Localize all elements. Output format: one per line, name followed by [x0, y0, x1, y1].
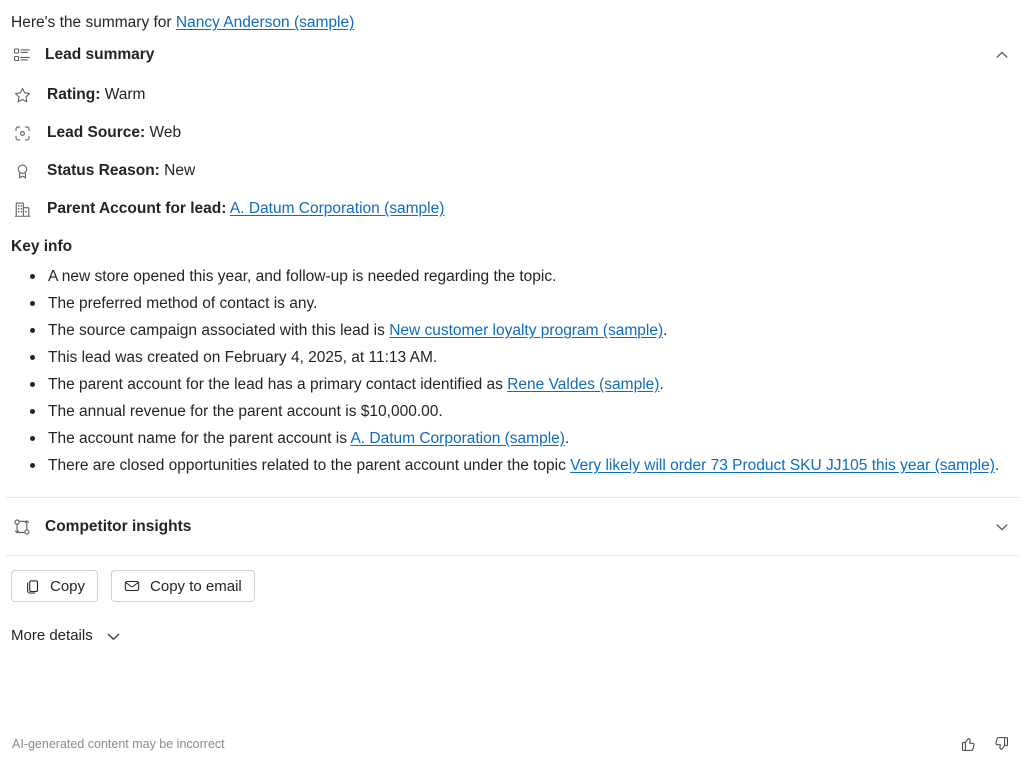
key-info-list: A new store opened this year, and follow…: [0, 263, 1025, 479]
list-icon: [11, 44, 33, 66]
key-info-bullet: The source campaign associated with this…: [30, 317, 1011, 344]
field-label-status-reason: Status Reason:: [47, 162, 160, 179]
key-info-bullet: The parent account for the lead has a pr…: [30, 371, 1011, 398]
key-info-text: .: [663, 322, 668, 339]
copy-button[interactable]: Copy: [11, 570, 99, 602]
field-value-rating: Warm: [104, 86, 146, 103]
thumbs-down-icon[interactable]: [989, 731, 1015, 757]
field-row-parent-account: Parent Account for lead: A. Datum Corpor…: [11, 190, 1025, 228]
key-info-bullet: There are closed opportunities related t…: [30, 452, 1011, 479]
building-icon: [11, 198, 33, 220]
copy-to-email-button[interactable]: Copy to email: [111, 570, 255, 602]
chevron-down-icon: [105, 628, 122, 645]
key-info-link[interactable]: New customer loyalty program (sample): [389, 322, 663, 339]
feedback-controls: [955, 731, 1015, 757]
intro-line: Here's the summary for Nancy Anderson (s…: [0, 0, 1025, 33]
field-value-parent-account-link[interactable]: A. Datum Corporation (sample): [230, 200, 445, 217]
field-value-lead-source: Web: [149, 124, 182, 141]
key-info-title: Key info: [11, 238, 73, 255]
field-row-rating: Rating: Warm: [11, 76, 1025, 114]
field-label-parent-account: Parent Account for lead:: [47, 200, 227, 217]
key-info-bullet: A new store opened this year, and follow…: [30, 263, 1011, 290]
lead-summary-title: Lead summary: [45, 46, 155, 63]
more-details-label: More details: [11, 627, 93, 644]
key-info-text: There are closed opportunities related t…: [48, 457, 571, 474]
key-info-text: .: [659, 376, 664, 393]
ai-disclaimer: AI-generated content may be incorrect: [12, 737, 225, 751]
key-info-text: .: [564, 430, 570, 447]
field-row-status-reason: Status Reason: New: [11, 152, 1025, 190]
copy-button-label: Copy: [50, 577, 86, 595]
key-info-bullet: This lead was created on February 4, 202…: [30, 344, 1011, 371]
key-info-text: This lead was created on February 4, 202…: [48, 349, 438, 366]
intro-prefix: Here's the summary for: [11, 14, 176, 31]
ai-lead-summary-card: Here's the summary for Nancy Anderson (s…: [0, 0, 1025, 765]
scan-icon: [11, 122, 33, 144]
key-info-link[interactable]: Very likely will order 73 Product SKU JJ…: [570, 457, 995, 474]
key-info-text: .: [994, 457, 1000, 474]
more-details-toggle[interactable]: More details: [0, 626, 122, 646]
lead-summary-fields: Rating: Warm Lead Source: Web Status Rea…: [0, 76, 1025, 228]
copy-to-email-button-label: Copy to email: [150, 577, 242, 595]
key-info-bullet: The account name for the parent account …: [30, 425, 1011, 452]
key-info-text: The preferred method of contact is any.: [48, 295, 318, 312]
ribbon-icon: [11, 160, 33, 182]
action-button-row: Copy Copy to email: [0, 556, 1025, 602]
key-info-bullet: The preferred method of contact is any.: [30, 290, 1011, 317]
key-info-bullet: The annual revenue for the parent accoun…: [30, 398, 1011, 425]
field-label-lead-source: Lead Source:: [47, 124, 146, 141]
key-info-text: The annual revenue for the parent accoun…: [48, 403, 443, 420]
key-info-link[interactable]: A. Datum Corporation (sample): [350, 430, 565, 447]
competitor-insights-header[interactable]: Competitor insights: [0, 498, 1025, 555]
lead-subject-link[interactable]: Nancy Anderson (sample): [176, 14, 354, 31]
star-icon: [11, 84, 33, 106]
competitor-insights-title: Competitor insights: [45, 518, 192, 535]
field-row-lead-source: Lead Source: Web: [11, 114, 1025, 152]
key-info-text: A new store opened this year, and follow…: [48, 268, 557, 285]
card-footer: AI-generated content may be incorrect: [0, 731, 1025, 757]
key-info-text: The parent account for the lead has a pr…: [48, 376, 508, 393]
thumbs-up-icon[interactable]: [955, 731, 981, 757]
lead-summary-header[interactable]: Lead summary: [0, 33, 1025, 76]
branch-swap-icon: [11, 516, 33, 538]
key-info-link[interactable]: Rene Valdes (sample): [507, 376, 659, 393]
key-info-text: The account name for the parent account …: [48, 430, 351, 447]
copy-icon: [23, 577, 41, 595]
mail-icon: [123, 577, 141, 595]
field-label-rating: Rating:: [47, 86, 101, 103]
chevron-up-icon[interactable]: [989, 42, 1015, 68]
field-value-status-reason: New: [164, 162, 196, 179]
key-info-text: The source campaign associated with this…: [48, 322, 390, 339]
chevron-down-icon[interactable]: [989, 514, 1015, 540]
